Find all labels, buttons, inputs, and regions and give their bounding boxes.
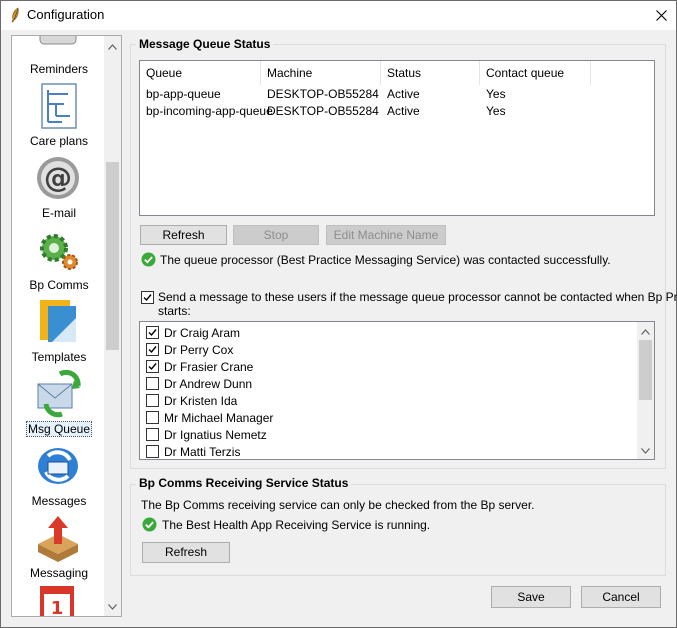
- list-item[interactable]: Dr Craig Aram: [146, 324, 626, 341]
- list-item[interactable]: Mr Michael Manager: [146, 409, 626, 426]
- configuration-window: Configuration Reminders Care plans @ E-m…: [0, 0, 677, 628]
- messages-icon: [38, 448, 78, 484]
- user-checkbox[interactable]: [146, 377, 159, 390]
- column-header-queue[interactable]: Queue: [140, 61, 261, 85]
- sidebar-item-label: Reminders: [29, 62, 89, 76]
- receiving-service-info: The Bp Comms receiving service can only …: [141, 498, 535, 512]
- cell-status: Active: [387, 87, 420, 101]
- scroll-up-arrow-icon[interactable]: [637, 323, 654, 340]
- success-check-icon: [142, 517, 157, 532]
- sidebar-item-label: Msg Queue: [25, 421, 93, 437]
- user-name: Dr Ignatius Nemetz: [164, 428, 267, 442]
- user-name: Dr Kristen Ida: [164, 394, 238, 408]
- cell-machine: DESKTOP-OB55284: [267, 104, 379, 118]
- column-header-contact-queue[interactable]: Contact queue: [480, 61, 591, 85]
- close-icon: [655, 10, 667, 21]
- svg-text:@: @: [44, 161, 72, 194]
- scroll-down-arrow-icon[interactable]: [637, 442, 654, 459]
- scroll-up-arrow-icon[interactable]: [104, 38, 121, 55]
- column-header-machine[interactable]: Machine: [261, 61, 381, 85]
- sidebar-item-label: Bp Comms: [29, 278, 89, 292]
- sidebar-item-bp-comms[interactable]: Bp Comms: [12, 226, 106, 298]
- column-header-status[interactable]: Status: [381, 61, 480, 85]
- list-item[interactable]: Dr Frasier Crane: [146, 358, 626, 375]
- sidebar-item-email[interactable]: @ E-mail: [12, 154, 106, 226]
- cancel-button[interactable]: Cancel: [581, 586, 661, 608]
- close-button[interactable]: [646, 1, 676, 30]
- queue-list-header: Queue Machine Status Contact queue: [140, 61, 654, 85]
- sidebar-scrollbar[interactable]: [104, 36, 121, 616]
- user-name: Dr Perry Cox: [164, 343, 234, 357]
- cell-queue: bp-incoming-app-queue: [146, 104, 273, 118]
- notify-users-label-line1: Send a message to these users if the mes…: [158, 290, 677, 304]
- refresh-queue-button[interactable]: Refresh: [140, 225, 227, 245]
- sidebar-item-label: Messages: [31, 494, 87, 508]
- cell-status: Active: [387, 104, 420, 118]
- list-item[interactable]: Dr Ignatius Nemetz: [146, 426, 626, 443]
- templates-icon: [40, 300, 76, 342]
- user-list[interactable]: Dr Craig Aram Dr Perry Cox Dr Frasier Cr…: [139, 321, 655, 460]
- sidebar-item-label: Templates: [31, 350, 87, 364]
- user-list-scroll-thumb[interactable]: [639, 340, 652, 400]
- notify-users-checkbox[interactable]: [141, 291, 154, 304]
- user-checkbox[interactable]: [146, 360, 159, 373]
- receiving-service-status-message: The Best Health App Receiving Service is…: [162, 518, 431, 532]
- success-check-icon: [141, 252, 156, 267]
- table-row[interactable]: bp-incoming-app-queue DESKTOP-OB55284 Ac…: [140, 103, 654, 120]
- user-list-scrollbar[interactable]: [637, 322, 654, 459]
- sidebar-item-templates[interactable]: Templates: [12, 298, 106, 370]
- bp-comms-icon: [40, 234, 78, 270]
- user-checkbox[interactable]: [146, 394, 159, 407]
- sidebar-item-label: Messaging: [29, 566, 89, 580]
- list-item[interactable]: Dr Kristen Ida: [146, 392, 626, 409]
- calendar-icon: 1: [40, 586, 74, 617]
- queue-list[interactable]: Queue Machine Status Contact queue bp-ap…: [139, 60, 655, 216]
- stop-button[interactable]: Stop: [233, 225, 319, 245]
- sidebar-item-care-plans[interactable]: Care plans: [12, 82, 106, 154]
- list-item[interactable]: Dr Andrew Dunn: [146, 375, 626, 392]
- sidebar-item-messages[interactable]: Messages: [12, 442, 106, 514]
- scroll-down-arrow-icon[interactable]: [104, 598, 121, 615]
- user-name: Mr Michael Manager: [164, 411, 274, 425]
- list-item[interactable]: Dr Matti Terzis: [146, 443, 626, 459]
- queue-status-message: The queue processor (Best Practice Messa…: [160, 253, 611, 267]
- care-plans-icon: [41, 83, 77, 129]
- cell-machine: DESKTOP-OB55284: [267, 87, 379, 101]
- user-checkbox[interactable]: [146, 445, 159, 458]
- user-name: Dr Andrew Dunn: [164, 377, 253, 391]
- email-icon: @: [37, 157, 79, 199]
- user-name: Dr Frasier Crane: [164, 360, 254, 374]
- cell-queue: bp-app-queue: [146, 87, 221, 101]
- sidebar-item-label: E-mail: [41, 206, 76, 220]
- sidebar-item-label: Care plans: [29, 134, 89, 148]
- sidebar-item-msg-queue[interactable]: Msg Queue: [12, 370, 106, 442]
- user-checkbox[interactable]: [146, 326, 159, 339]
- edit-machine-name-button[interactable]: Edit Machine Name: [326, 225, 446, 245]
- user-checkbox[interactable]: [146, 428, 159, 441]
- cell-contact-queue: Yes: [486, 104, 506, 118]
- sidebar: Reminders Care plans @ E-mail Bp Comms T…: [11, 35, 122, 617]
- receiving-service-status-title: Bp Comms Receiving Service Status: [136, 476, 352, 490]
- app-feather-icon: [11, 7, 19, 23]
- table-row[interactable]: bp-app-queue DESKTOP-OB55284 Active Yes: [140, 86, 654, 103]
- list-item[interactable]: Dr Perry Cox: [146, 341, 626, 358]
- cell-contact-queue: Yes: [486, 87, 506, 101]
- refresh-receiving-button[interactable]: Refresh: [142, 542, 230, 563]
- user-checkbox[interactable]: [146, 343, 159, 356]
- sidebar-item-reminders[interactable]: Reminders: [12, 36, 106, 82]
- window-title: Configuration: [27, 7, 105, 22]
- svg-text:1: 1: [51, 598, 64, 617]
- sidebar-item-messaging[interactable]: Messaging: [12, 514, 106, 586]
- reminders-icon: [39, 36, 77, 45]
- sidebar-scroll-thumb[interactable]: [106, 162, 119, 350]
- save-button[interactable]: Save: [491, 586, 571, 608]
- user-checkbox[interactable]: [146, 411, 159, 424]
- title-bar: Configuration: [1, 1, 676, 30]
- user-name: Dr Matti Terzis: [164, 445, 241, 459]
- message-queue-status-title: Message Queue Status: [136, 37, 274, 51]
- user-name: Dr Craig Aram: [164, 326, 241, 340]
- messaging-icon: [38, 516, 78, 562]
- msg-queue-icon: [37, 370, 81, 418]
- notify-users-label-line2: starts:: [158, 304, 191, 318]
